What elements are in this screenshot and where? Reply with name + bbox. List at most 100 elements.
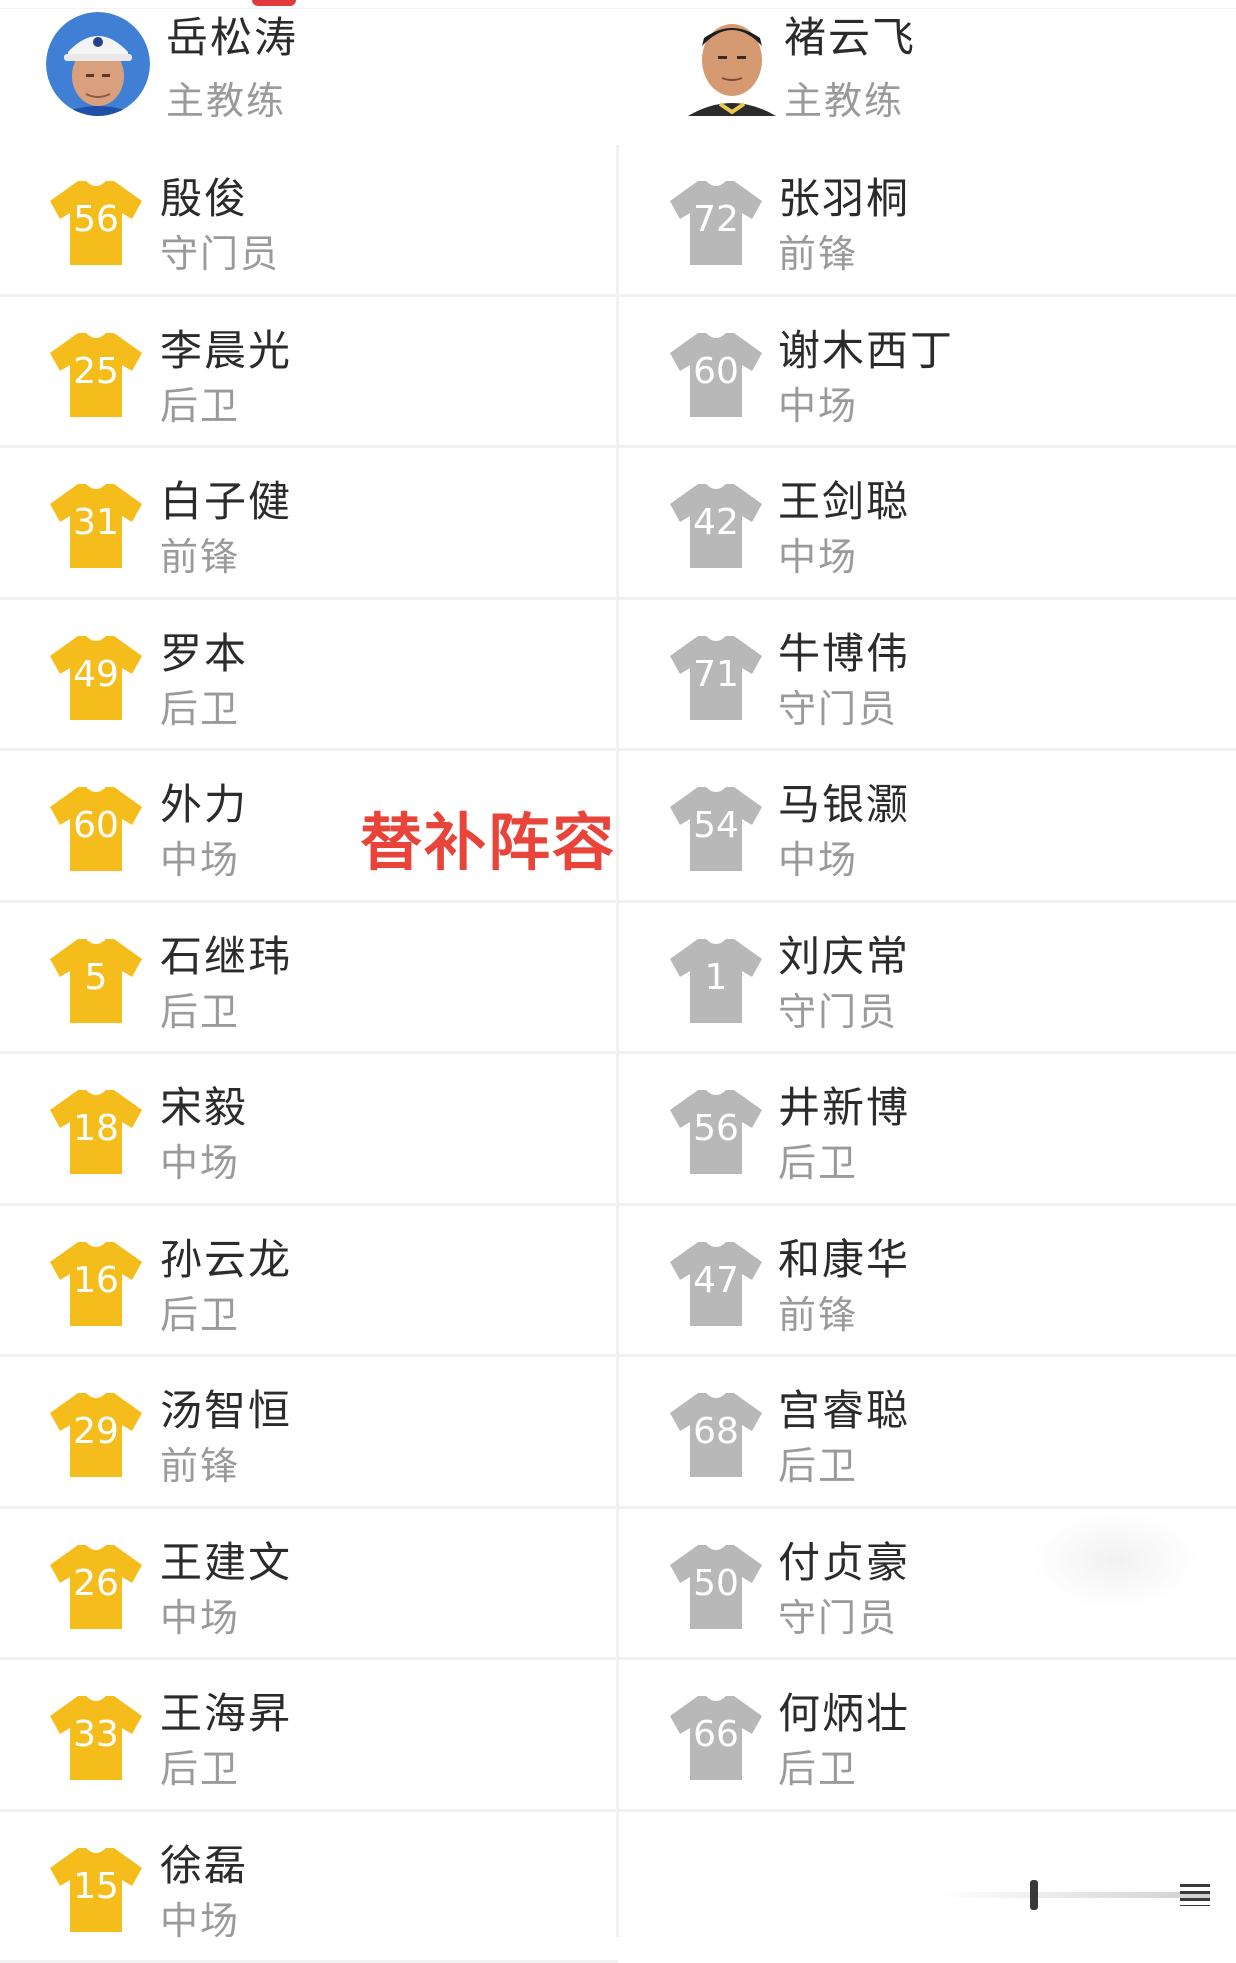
away-player-row[interactable]: 1刘庆常守门员	[618, 903, 1236, 1055]
away-player-row[interactable]: 71牛博伟守门员	[618, 600, 1236, 752]
jersey-icon: 1	[668, 937, 764, 1025]
player-position: 后卫	[160, 375, 240, 430]
away-player-row[interactable]: 56井新博后卫	[618, 1054, 1236, 1206]
menu-lines-icon[interactable]	[1180, 1884, 1210, 1906]
away-player-row[interactable]: 60谢木西丁中场	[618, 297, 1236, 449]
player-position: 前锋	[778, 1284, 858, 1339]
player-position: 守门员	[160, 223, 280, 278]
away-player-row[interactable]: 54马银灏中场	[618, 751, 1236, 903]
substitutes-overlay-label: 替补阵容	[360, 792, 616, 882]
jersey-icon: 26	[48, 1543, 144, 1631]
player-position: 后卫	[160, 981, 240, 1036]
player-name: 井新博	[778, 1074, 910, 1135]
player-name: 张羽桐	[778, 165, 910, 226]
player-name: 白子健	[160, 468, 292, 529]
jersey-number: 1	[668, 957, 764, 998]
home-coach-name: 岳松涛	[166, 4, 298, 65]
player-position: 中场	[160, 1587, 240, 1642]
home-player-row[interactable]: 33王海昇后卫	[0, 1660, 618, 1812]
player-name: 宋毅	[160, 1074, 248, 1135]
player-position: 中场	[160, 1890, 240, 1945]
watermark	[1030, 1510, 1200, 1610]
jersey-number: 31	[48, 502, 144, 543]
jersey-icon: 56	[48, 179, 144, 267]
jersey-icon: 66	[668, 1694, 764, 1782]
player-name: 汤智恒	[160, 1377, 292, 1438]
home-player-row[interactable]: 5石继玮后卫	[0, 903, 618, 1055]
player-position: 中场	[160, 1132, 240, 1187]
jersey-number: 25	[48, 351, 144, 392]
player-name: 孙云龙	[160, 1226, 292, 1287]
home-player-row[interactable]: 29汤智恒前锋	[0, 1357, 618, 1509]
jersey-number: 18	[48, 1108, 144, 1149]
away-player-row[interactable]: 72张羽桐前锋	[618, 145, 1236, 297]
player-name: 王剑聪	[778, 468, 910, 529]
player-name: 付贞豪	[778, 1529, 910, 1590]
jersey-number: 54	[668, 805, 764, 846]
player-position: 后卫	[778, 1738, 858, 1793]
player-position: 后卫	[778, 1435, 858, 1490]
player-position: 后卫	[160, 678, 240, 733]
jersey-icon: 25	[48, 331, 144, 419]
jersey-number: 49	[48, 654, 144, 695]
player-position: 前锋	[778, 223, 858, 278]
player-name: 殷俊	[160, 165, 248, 226]
player-position: 后卫	[160, 1738, 240, 1793]
away-player-row[interactable]: 68宫睿聪后卫	[618, 1357, 1236, 1509]
home-player-row[interactable]: 31 白子健前锋	[0, 448, 618, 600]
away-coach-name: 褚云飞	[784, 4, 916, 65]
jersey-icon: 47	[668, 1240, 764, 1328]
jersey-icon: 72	[668, 179, 764, 267]
home-player-row[interactable]: 56 殷俊守门员	[0, 145, 618, 297]
player-name: 李晨光	[160, 317, 292, 378]
home-substitutes-list: 56殷俊守门员25李晨光后卫31白子健前锋49罗本后卫60外力中场5石继玮后卫1…	[0, 145, 618, 1963]
player-position: 守门员	[778, 678, 898, 733]
jersey-icon: 15	[48, 1846, 144, 1934]
jersey-number: 71	[668, 654, 764, 695]
player-name: 何炳壮	[778, 1680, 910, 1741]
home-player-row[interactable]: 25 李晨光后卫	[0, 297, 618, 449]
player-name: 王建文	[160, 1529, 292, 1590]
home-player-row[interactable]: 15 徐磊中场	[0, 1812, 618, 1963]
home-player-row[interactable]: 26 王建文中场	[0, 1509, 618, 1661]
jersey-icon: 50	[668, 1543, 764, 1631]
away-player-row[interactable]: 42王剑聪中场	[618, 448, 1236, 600]
away-player-row[interactable]: 66何炳壮后卫	[618, 1660, 1236, 1812]
player-position: 前锋	[160, 526, 240, 581]
jersey-icon: 5	[48, 937, 144, 1025]
player-position: 中场	[160, 829, 240, 884]
jersey-icon: 33	[48, 1694, 144, 1782]
jersey-number: 42	[668, 502, 764, 543]
jersey-icon: 68	[668, 1391, 764, 1479]
jersey-number: 15	[48, 1866, 144, 1907]
home-player-row[interactable]: 18 宋毅中场	[0, 1054, 618, 1206]
jersey-icon: 60	[48, 785, 144, 873]
away-coach-role: 主教练	[784, 70, 904, 125]
jersey-number: 60	[48, 805, 144, 846]
lineup-page: 岳松涛 主教练 褚云飞 主教练 56殷俊守门员25李晨光后卫31白子健前锋49罗…	[0, 0, 1236, 1937]
jersey-icon: 56	[668, 1088, 764, 1176]
player-name: 谢木西丁	[778, 317, 954, 378]
jersey-number: 68	[668, 1411, 764, 1452]
away-player-row[interactable]: 47和康华前锋	[618, 1206, 1236, 1358]
away-coach[interactable]: 褚云飞 主教练	[618, 0, 1218, 140]
home-coach[interactable]: 岳松涛 主教练	[0, 0, 600, 140]
player-name: 和康华	[778, 1226, 910, 1287]
player-name: 罗本	[160, 620, 248, 681]
player-name: 外力	[160, 771, 248, 832]
jersey-number: 50	[668, 1563, 764, 1604]
home-player-row[interactable]: 16孙云龙后卫	[0, 1206, 618, 1358]
jersey-number: 29	[48, 1411, 144, 1452]
scroll-track	[940, 1892, 1210, 1898]
player-position: 中场	[778, 375, 858, 430]
bottom-scroll-bar[interactable]	[940, 1880, 1210, 1910]
jersey-icon: 16	[48, 1240, 144, 1328]
jersey-icon: 60	[668, 331, 764, 419]
jersey-number: 16	[48, 1260, 144, 1301]
home-player-row[interactable]: 49 罗本后卫	[0, 600, 618, 752]
player-position: 中场	[778, 829, 858, 884]
player-position: 后卫	[778, 1132, 858, 1187]
player-name: 徐磊	[160, 1832, 248, 1893]
jersey-icon: 31	[48, 482, 144, 570]
scroll-handle[interactable]	[1030, 1880, 1038, 1910]
